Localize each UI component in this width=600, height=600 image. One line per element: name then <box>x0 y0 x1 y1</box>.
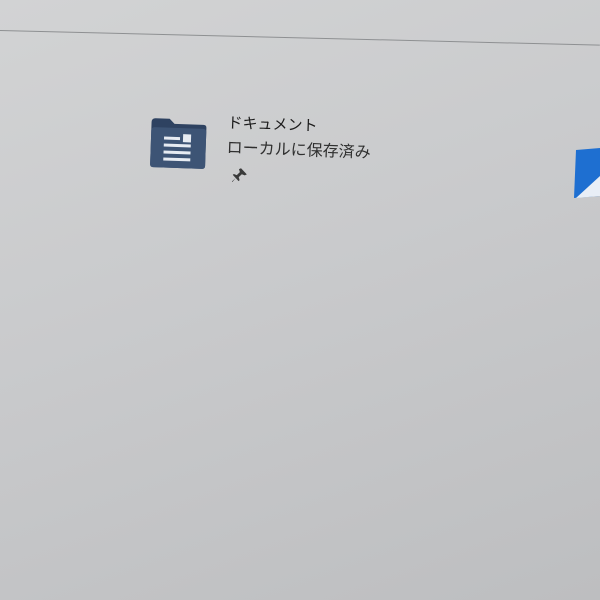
partial-folder-icon[interactable] <box>572 146 600 198</box>
quick-access-item-documents[interactable]: ドキュメント ローカルに保存済み <box>147 110 390 198</box>
item-title: ドキュメント <box>227 113 318 135</box>
pin-icon[interactable] <box>232 167 249 184</box>
item-subtitle: ローカルに保存済み <box>226 137 372 162</box>
header-divider <box>0 30 600 46</box>
documents-folder-icon <box>150 118 207 169</box>
